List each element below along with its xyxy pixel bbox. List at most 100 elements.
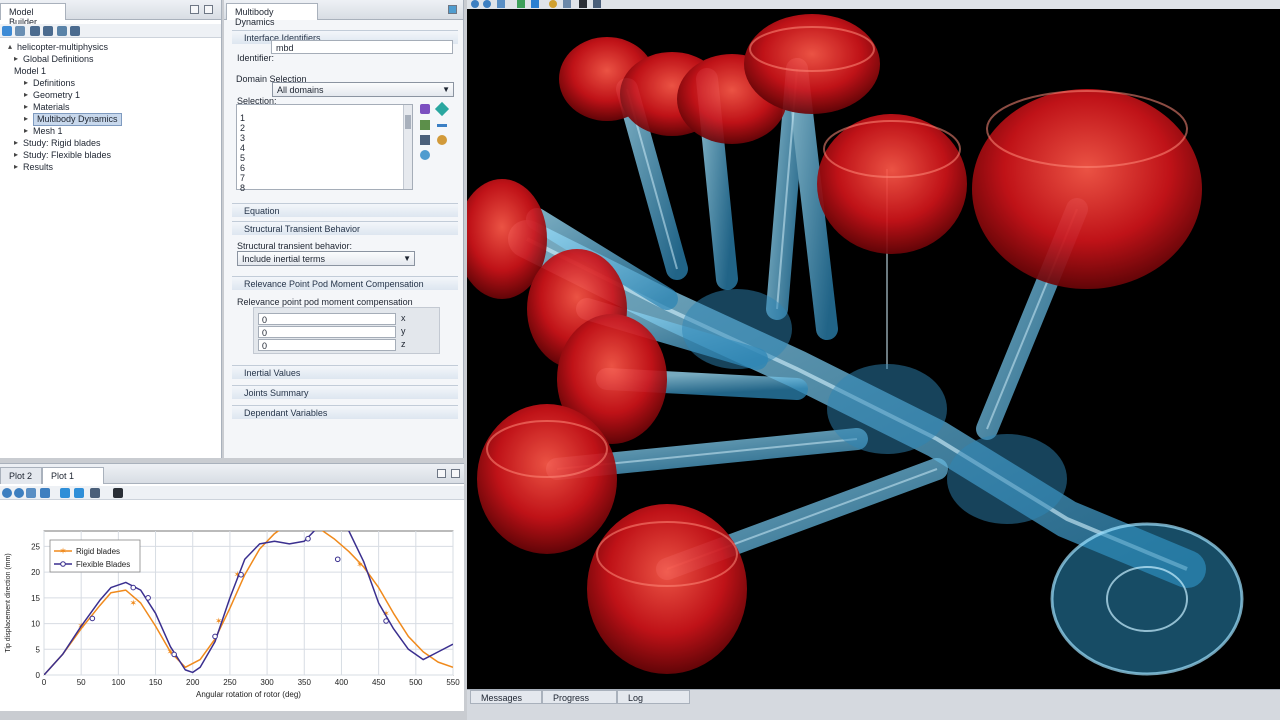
section-joints-summary[interactable]: Joints Summary	[232, 385, 458, 399]
section-inertial-values[interactable]: Inertial Values	[232, 365, 458, 379]
coord-field-x[interactable]: 0	[258, 313, 396, 325]
tab-model-builder[interactable]: Model Builder	[0, 3, 66, 27]
copy-icon[interactable]	[420, 120, 430, 130]
list-item[interactable]: 1	[240, 113, 245, 123]
section-relevance-point[interactable]: Relevance Point Pod Moment Compensation	[232, 276, 458, 290]
tab-progress[interactable]: Progress	[542, 690, 617, 704]
data-point	[89, 615, 96, 622]
tree-item[interactable]: Results	[23, 162, 53, 173]
list-item[interactable]: 8	[240, 183, 245, 193]
tree-item[interactable]: Geometry 1	[33, 90, 80, 101]
zoom-in-icon[interactable]	[471, 0, 479, 8]
print-icon[interactable]	[593, 0, 601, 8]
selection-dropdown[interactable]: All domains ▼	[272, 82, 454, 97]
tree-item[interactable]: Materials	[33, 102, 70, 113]
tree-expand-icon[interactable]: ▸	[24, 126, 28, 135]
y-tick-label: 5	[36, 645, 41, 654]
x-tick-label: 50	[77, 678, 86, 687]
tree-item[interactable]: Study: Flexible blades	[23, 150, 111, 161]
x-tick-label: 300	[260, 678, 274, 687]
tree-item[interactable]: Model 1	[14, 66, 46, 77]
paste-icon[interactable]	[420, 135, 430, 145]
x-tick-label: 100	[112, 678, 126, 687]
view-icon[interactable]	[517, 0, 525, 8]
piston	[972, 89, 1202, 289]
structural-transient-label: Structural transient behavior:	[237, 241, 353, 251]
tree-expand-icon[interactable]: ▸	[24, 78, 28, 87]
data-point: ✶	[129, 598, 137, 608]
tree-expand-icon[interactable]: ▸	[14, 162, 18, 171]
legend-label: Rigid blades	[76, 547, 120, 556]
minimize-button[interactable]	[190, 5, 199, 14]
tree-expand-icon[interactable]: ▴	[8, 42, 12, 51]
relevance-label: Relevance point pod moment compensation	[237, 297, 413, 307]
graphics-window[interactable]	[467, 9, 1280, 689]
coord-field-y[interactable]: 0	[258, 326, 396, 338]
settings-gear-icon[interactable]	[420, 150, 430, 160]
tab-log[interactable]: Log	[617, 690, 690, 704]
add-selection-icon[interactable]	[420, 104, 430, 114]
list-item[interactable]: 6	[240, 163, 245, 173]
legend-marker: ✶	[59, 546, 67, 556]
camera-icon[interactable]	[579, 0, 587, 8]
user-icon[interactable]	[437, 135, 447, 145]
data-point	[305, 535, 311, 542]
tree-expand-icon[interactable]: ▸	[24, 90, 28, 99]
tree-item[interactable]: Study: Rigid blades	[23, 138, 101, 149]
tree-item[interactable]: Global Definitions	[23, 54, 94, 65]
back-icon[interactable]	[2, 26, 12, 36]
tree-expand-icon[interactable]: ▸	[24, 114, 28, 123]
collapse-icon[interactable]	[30, 26, 40, 36]
section-structural-transient[interactable]: Structural Transient Behavior	[232, 221, 458, 235]
tree-item[interactable]: helicopter-multiphysics	[17, 42, 108, 53]
zoom-extents-icon[interactable]	[497, 0, 505, 8]
remove-icon[interactable]	[437, 124, 447, 127]
section-dependent-variables[interactable]: Dependant Variables	[232, 405, 458, 419]
y-axis-label: Tip displacement direction (mm)	[5, 553, 12, 652]
x-tick-label: 350	[298, 678, 312, 687]
list-scrollbar[interactable]	[403, 105, 412, 189]
scene-light-icon[interactable]	[549, 0, 557, 8]
zoom-out-icon[interactable]	[483, 0, 491, 8]
list-item[interactable]: 7	[240, 173, 245, 183]
plot-pane: Plot 2 Plot 1 0 50 100 150 200 250 300 350 400 45…	[0, 463, 464, 711]
tree-expand-icon[interactable]: ▸	[14, 150, 18, 159]
tree-view-icon[interactable]	[57, 26, 67, 36]
tab-multibody-dynamics[interactable]: Multibody Dynamics	[226, 3, 318, 27]
maximize-button[interactable]	[204, 5, 213, 14]
settings-close-button[interactable]	[448, 5, 457, 14]
transparency-icon[interactable]	[563, 0, 571, 8]
section-equation[interactable]: Equation	[232, 203, 458, 217]
list-item[interactable]: 5	[240, 153, 245, 163]
list-item[interactable]: 4	[240, 143, 245, 153]
structural-transient-dropdown[interactable]: Include inertial terms ▼	[237, 251, 415, 266]
tree-item[interactable]: Definitions	[33, 78, 75, 89]
tree-item[interactable]: Mesh 1	[33, 126, 63, 137]
coord-field-z[interactable]: 0	[258, 339, 396, 351]
legend-label: Flexible Blades	[76, 560, 130, 569]
x-tick-label: 550	[446, 678, 460, 687]
line-chart: 0 50 100 150 200 250 300 350 400 450 500 550 0 5 10 15 2…	[5, 530, 460, 699]
tab-messages[interactable]: Messages	[470, 690, 542, 704]
engine-model-render	[467, 9, 1280, 689]
chevron-down-icon: ▼	[442, 85, 450, 94]
data-point	[238, 571, 244, 578]
domain-list[interactable]: 12345678	[236, 104, 413, 193]
x-tick-label: 400	[335, 678, 349, 687]
forward-icon[interactable]	[15, 26, 25, 36]
tree-expand-icon[interactable]: ▸	[14, 54, 18, 63]
x-axis-label: Angular rotation of rotor (deg)	[196, 690, 301, 699]
list-item[interactable]: 3	[240, 133, 245, 143]
identifier-field[interactable]: mbd	[271, 40, 453, 54]
list-item[interactable]: 2	[240, 123, 245, 133]
render-icon[interactable]	[531, 0, 539, 8]
tree-expand-icon[interactable]: ▸	[14, 138, 18, 147]
settings-header: Multibody Dynamics	[224, 0, 463, 27]
tree-expand-icon[interactable]: ▸	[24, 102, 28, 111]
scrollbar-thumb[interactable]	[405, 115, 411, 129]
filter-icon[interactable]	[70, 26, 80, 36]
graphics-toolbar	[467, 0, 1280, 9]
tree-item[interactable]: Multibody Dynamics	[33, 113, 122, 126]
coord-axis-label: x	[401, 313, 406, 323]
expand-icon[interactable]	[43, 26, 53, 36]
